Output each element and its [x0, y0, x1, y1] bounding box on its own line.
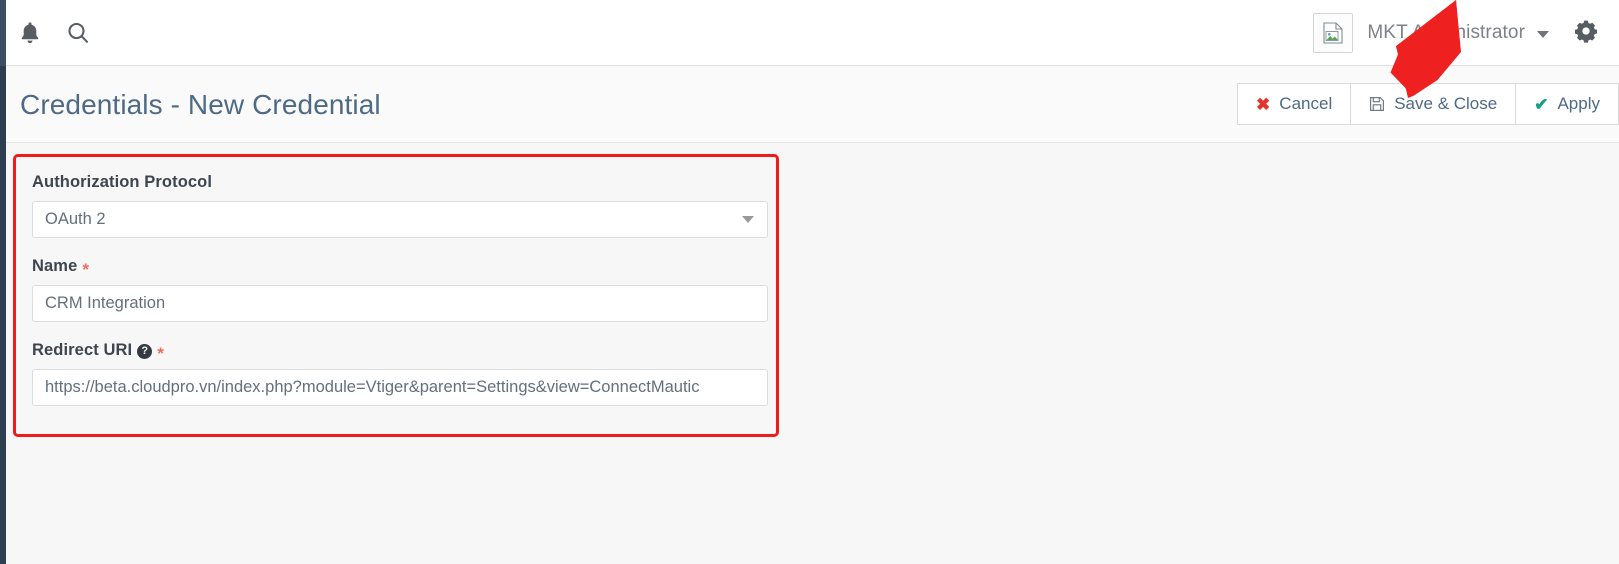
apply-button-label: Apply [1557, 94, 1600, 113]
redirect-uri-input-value: https://beta.cloudpro.vn/index.php?modul… [45, 378, 700, 396]
name-label-text: Name [32, 257, 78, 275]
required-marker: * [157, 344, 164, 363]
authorization-protocol-select[interactable]: OAuth 2 [32, 201, 768, 238]
apply-button[interactable]: ✔ Apply [1515, 83, 1619, 125]
settings-button[interactable] [1553, 0, 1619, 66]
cancel-button[interactable]: ✖ Cancel [1237, 83, 1351, 125]
cross-icon: ✖ [1256, 94, 1271, 114]
topbar-right-group: MKT Administrator [1313, 0, 1619, 66]
page-title: Credentials - New Credential [20, 89, 381, 120]
left-edge-rail-top [0, 0, 6, 66]
chevron-down-icon [1537, 31, 1549, 38]
field-authorization-protocol: Authorization Protocol OAuth 2 [32, 173, 768, 238]
authorization-protocol-label: Authorization Protocol [32, 173, 760, 192]
question-mark-icon[interactable]: ? [137, 344, 153, 359]
save-and-close-button[interactable]: Save & Close [1350, 83, 1516, 125]
caret-down-icon [742, 216, 754, 223]
check-icon: ✔ [1534, 94, 1549, 114]
redirect-uri-label: Redirect URI ? * [32, 341, 760, 363]
search-button[interactable] [54, 9, 102, 57]
save-and-close-button-label: Save & Close [1394, 94, 1498, 113]
authorization-protocol-value: OAuth 2 [45, 210, 106, 228]
authorization-protocol-label-text: Authorization Protocol [32, 173, 213, 191]
topbar-left-group [6, 0, 102, 66]
broken-image-icon [1322, 22, 1344, 44]
name-label: Name * [32, 257, 760, 279]
action-button-group: ✖ Cancel Save & Close ✔ Apply [1237, 83, 1619, 125]
page-header-bar: Credentials - New Credential ✖ Cancel Sa… [6, 67, 1619, 143]
field-redirect-uri: Redirect URI ? * https://beta.cloudpro.v… [32, 341, 768, 406]
user-menu[interactable]: MKT Administrator [1367, 22, 1553, 44]
redirect-uri-input[interactable]: https://beta.cloudpro.vn/index.php?modul… [32, 369, 768, 406]
credential-form-panel: Authorization Protocol OAuth 2 Name * CR… [13, 154, 779, 437]
cancel-button-label: Cancel [1279, 94, 1333, 113]
name-input-value: CRM Integration [45, 294, 166, 312]
top-navigation-bar: MKT Administrator [0, 0, 1619, 66]
name-input[interactable]: CRM Integration [32, 285, 768, 322]
left-edge-rail [0, 0, 6, 564]
bell-icon [19, 21, 41, 45]
app-root: MKT Administrator Credentials - New Cred… [0, 0, 1619, 564]
search-icon [66, 21, 90, 45]
gear-icon [1574, 19, 1598, 48]
avatar[interactable] [1313, 13, 1354, 53]
redirect-uri-label-text: Redirect URI [32, 341, 133, 359]
notifications-button[interactable] [6, 9, 54, 57]
field-name: Name * CRM Integration [32, 257, 768, 322]
user-name-label: MKT Administrator [1367, 22, 1525, 43]
floppy-disk-icon [1369, 96, 1385, 112]
required-marker: * [82, 260, 90, 279]
